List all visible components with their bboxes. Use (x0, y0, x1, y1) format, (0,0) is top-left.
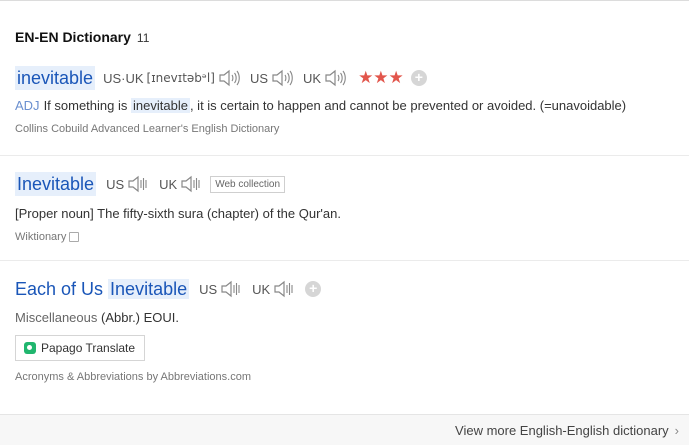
source-label: Collins Cobuild Advanced Learner's Engli… (15, 123, 689, 135)
headword-link[interactable]: Inevitable (15, 172, 97, 196)
view-more-link[interactable]: View more English-English dictionary › (455, 423, 679, 438)
def-highlight: inevitable (131, 98, 190, 113)
headword-link[interactable]: inevitable (15, 66, 96, 90)
plus-icon[interactable]: + (305, 281, 322, 297)
region-us: US (199, 281, 218, 297)
section-title-text: EN-EN Dictionary (15, 29, 131, 45)
view-more-text: View more English-English dictionary (455, 423, 669, 438)
copy-icon[interactable] (69, 232, 80, 242)
headword-plain-part: Each of Us (15, 279, 109, 299)
category-label: Miscellaneous (15, 310, 98, 325)
def-text-rest: , it is certain to happen and cannot be … (189, 98, 627, 113)
part-of-speech: ADJ (15, 98, 40, 113)
definition: [Proper noun] The fifty-sixth sura (chap… (15, 206, 341, 221)
section-count: 11 (136, 31, 150, 45)
speaker-icon[interactable] (180, 174, 202, 194)
source-text: Collins Cobuild Advanced Learner's Engli… (15, 123, 280, 135)
region-us: US (249, 70, 268, 86)
speaker-icon[interactable] (273, 279, 295, 299)
source-label: Wiktionary (15, 231, 689, 243)
source-text: Acronyms & Abbreviations by Abbreviation… (15, 371, 252, 383)
ipa-text: [ɪnevɪtəbᵊl] (146, 71, 215, 85)
source-text: Wiktionary (15, 231, 67, 243)
speaker-icon[interactable] (127, 174, 149, 194)
star-rating: ★★★ (358, 68, 404, 87)
top-border (0, 0, 689, 1)
headword-highlight: Inevitable (108, 279, 190, 299)
entry-each-of-us-inevitable: Each of Us Inevitable US UK + Miscellane… (15, 277, 689, 383)
speaker-icon[interactable] (271, 68, 293, 88)
speaker-icon[interactable] (324, 68, 346, 88)
definition: ADJ If something is inevitable, it is cer… (15, 98, 689, 113)
papago-icon (24, 342, 36, 354)
speaker-icon[interactable] (220, 279, 242, 299)
definition: Miscellaneous (Abbr.) EOUI. (15, 310, 689, 325)
def-text: (Abbr.) EOUI. (101, 310, 180, 325)
chevron-right-icon: › (674, 423, 679, 438)
region-uk: UK (303, 70, 322, 86)
region-us: US (106, 176, 125, 192)
divider (0, 260, 689, 261)
region-uk: UK (252, 281, 271, 297)
speaker-icon[interactable] (218, 68, 240, 88)
entry-inevitable-proper-noun: Inevitable US UK Web collection [Proper … (15, 172, 689, 243)
source-label: Acronyms & Abbreviations by Abbreviation… (15, 371, 689, 383)
papago-translate-button[interactable]: Papago Translate (15, 335, 146, 361)
divider (0, 155, 689, 156)
pron-label: US·UK (103, 70, 144, 86)
region-uk: UK (159, 176, 178, 192)
def-text: If something is (43, 98, 128, 113)
web-collection-badge: Web collection (210, 175, 286, 193)
headword-link[interactable]: Each of Us Inevitable (15, 277, 190, 301)
footer-bar: View more English-English dictionary › (0, 414, 689, 445)
plus-icon[interactable]: + (410, 70, 427, 86)
entry-inevitable-adj: inevitable US·UK [ɪnevɪtəbᵊl] US UK ★★★ … (15, 66, 689, 135)
section-title: EN-EN Dictionary 11 (15, 29, 149, 45)
papago-label: Papago Translate (41, 341, 136, 355)
